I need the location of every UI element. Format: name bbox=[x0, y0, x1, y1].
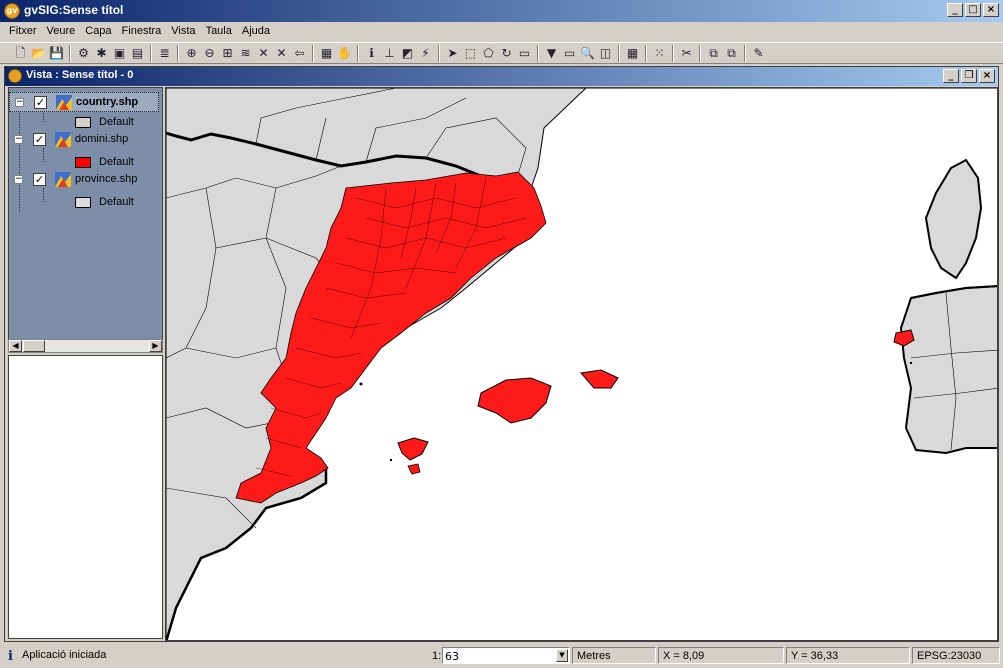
chevron-down-icon[interactable]: ▼ bbox=[556, 649, 568, 662]
menu-taula[interactable]: Taula bbox=[201, 22, 237, 41]
geoprocess-icon[interactable]: ⧉ bbox=[705, 45, 722, 62]
scroll-thumb[interactable] bbox=[23, 340, 45, 352]
layer-domini[interactable]: − ✓ domini.shp bbox=[9, 130, 159, 150]
measure-area-icon[interactable]: ◩ bbox=[399, 45, 416, 62]
layer-country[interactable]: − ✓ country.shp bbox=[9, 92, 159, 112]
view-close-button[interactable]: × bbox=[979, 69, 995, 83]
crs-field: EPSG:23030 bbox=[912, 647, 1000, 664]
collapse-icon[interactable]: − bbox=[14, 175, 23, 184]
vector-layer-icon bbox=[56, 95, 72, 110]
zoom-extent-icon[interactable]: ✕ bbox=[273, 45, 290, 62]
vector-layer-icon bbox=[55, 172, 71, 187]
locator-map[interactable] bbox=[8, 355, 163, 639]
locator-icon[interactable]: ▦ bbox=[318, 45, 335, 62]
zoom-out-icon[interactable]: ⊖ bbox=[201, 45, 218, 62]
legend-swatch bbox=[75, 197, 91, 208]
select-pointer-icon[interactable]: ➤ bbox=[444, 45, 461, 62]
status-bar: i Aplicació iniciada 1: 63 ▼ Metres X = … bbox=[0, 645, 1003, 668]
invert-selection-icon[interactable]: ↻ bbox=[498, 45, 515, 62]
status-message: Aplicació iniciada bbox=[22, 649, 107, 661]
app-titlebar: gv gvSIG:Sense títol _ □ × bbox=[0, 0, 1003, 22]
view-window: Vista : Sense títol - 0 _ ❐ × − ✓ countr… bbox=[4, 66, 999, 642]
minimize-button[interactable]: _ bbox=[947, 3, 963, 17]
view-minimize-button[interactable]: _ bbox=[943, 69, 959, 83]
layout-icon[interactable]: ⧉ bbox=[723, 45, 740, 62]
view-title: Vista : Sense títol - 0 bbox=[26, 69, 134, 81]
select-polygon-icon[interactable]: ⬠ bbox=[480, 45, 497, 62]
collapse-icon[interactable]: − bbox=[14, 135, 23, 144]
menu-veure[interactable]: Veure bbox=[42, 22, 81, 41]
print-preview-icon[interactable]: ▣ bbox=[111, 45, 128, 62]
scroll-left-icon[interactable]: ◀ bbox=[9, 340, 22, 352]
menu-capa[interactable]: Capa bbox=[80, 22, 116, 41]
zoom-layers-icon[interactable]: ≋ bbox=[237, 45, 254, 62]
menu-ajuda[interactable]: Ajuda bbox=[237, 22, 275, 41]
layer-province[interactable]: − ✓ province.shp bbox=[9, 170, 159, 190]
graticule-icon[interactable]: ⁙ bbox=[651, 45, 668, 62]
add-layer-icon[interactable]: ⚙ bbox=[75, 45, 92, 62]
gvsig-logo-icon: gv bbox=[4, 3, 20, 19]
search-icon[interactable]: 🔍 bbox=[579, 45, 596, 62]
units-field: Metres bbox=[572, 647, 656, 664]
info-icon[interactable]: ℹ bbox=[363, 45, 380, 62]
map-drawing bbox=[166, 88, 997, 640]
scroll-right-icon[interactable]: ▶ bbox=[149, 340, 162, 352]
legend-label: Default bbox=[99, 156, 134, 168]
select-by-rect-icon[interactable]: ▭ bbox=[561, 45, 578, 62]
layer-settings-icon[interactable]: ✱ bbox=[93, 45, 110, 62]
app-title: gvSIG:Sense títol bbox=[24, 3, 124, 17]
layer-name: domini.shp bbox=[75, 133, 129, 145]
table-icon[interactable]: ▦ bbox=[624, 45, 641, 62]
gvsig-logo-icon bbox=[8, 69, 22, 83]
vector-layer-icon bbox=[55, 132, 71, 147]
filter-icon[interactable]: ▼ bbox=[543, 45, 560, 62]
layer-visibility-checkbox[interactable]: ✓ bbox=[34, 96, 47, 109]
close-button[interactable]: × bbox=[983, 3, 999, 17]
new-file-icon[interactable]: 🗋 bbox=[12, 45, 29, 62]
legend-item[interactable]: Default bbox=[75, 194, 162, 212]
layer-toc: − ✓ country.shp Default − ✓ domini.shp D… bbox=[8, 87, 163, 352]
hyperlink-icon[interactable]: ⚡ bbox=[417, 45, 434, 62]
menu-fitxer[interactable]: Fitxer bbox=[4, 22, 42, 41]
info-icon: i bbox=[8, 649, 13, 664]
print-icon[interactable]: ▤ bbox=[129, 45, 146, 62]
legend-label: Default bbox=[99, 116, 134, 128]
zoom-window-icon[interactable]: ⊞ bbox=[219, 45, 236, 62]
y-coordinate-field: Y = 36,33 bbox=[786, 647, 910, 664]
scale-combobox[interactable]: 63 ▼ bbox=[442, 647, 570, 664]
x-coordinate-field: X = 8,09 bbox=[658, 647, 784, 664]
measure-distance-icon[interactable]: ⊥ bbox=[381, 45, 398, 62]
main-toolbar: 🗋 📂 💾 ⚙ ✱ ▣ ▤ ≣ ⊕ ⊖ ⊞ ≋ ✕ ✕ ⇦ ▦ ✋ ℹ ⊥ ◩ … bbox=[0, 42, 1003, 64]
map-canvas[interactable] bbox=[165, 87, 998, 641]
maximize-button[interactable]: □ bbox=[965, 3, 981, 17]
toc-horizontal-scrollbar[interactable]: ◀ ▶ bbox=[8, 339, 163, 353]
collapse-icon[interactable]: − bbox=[15, 98, 24, 107]
export-selection-icon[interactable]: ◫ bbox=[597, 45, 614, 62]
save-icon[interactable]: 💾 bbox=[48, 45, 65, 62]
pan-hand-icon[interactable]: ✋ bbox=[336, 45, 353, 62]
layer-visibility-checkbox[interactable]: ✓ bbox=[33, 173, 46, 186]
select-rectangle-icon[interactable]: ⬚ bbox=[462, 45, 479, 62]
tools-icon[interactable]: ✂ bbox=[678, 45, 695, 62]
scale-value: 63 bbox=[445, 650, 459, 663]
legend-swatch bbox=[75, 117, 91, 128]
layer-name: province.shp bbox=[75, 173, 138, 185]
zoom-previous-icon[interactable]: ⇦ bbox=[291, 45, 308, 62]
layer-visibility-checkbox[interactable]: ✓ bbox=[33, 133, 46, 146]
layers-icon[interactable]: ≣ bbox=[156, 45, 173, 62]
layer-name: country.shp bbox=[76, 96, 139, 108]
edit-icon[interactable]: ✎ bbox=[750, 45, 767, 62]
open-folder-icon[interactable]: 📂 bbox=[30, 45, 47, 62]
menu-bar: Fitxer Veure Capa Finestra Vista Taula A… bbox=[0, 22, 1003, 41]
menu-vista[interactable]: Vista bbox=[166, 22, 200, 41]
legend-label: Default bbox=[99, 196, 134, 208]
view-titlebar: Vista : Sense títol - 0 _ ❐ × bbox=[5, 67, 998, 86]
zoom-in-icon[interactable]: ⊕ bbox=[183, 45, 200, 62]
view-restore-button[interactable]: ❐ bbox=[961, 69, 977, 83]
legend-swatch bbox=[75, 157, 91, 168]
menu-finestra[interactable]: Finestra bbox=[117, 22, 167, 41]
scale-prefix: 1: bbox=[432, 650, 442, 662]
clear-selection-icon[interactable]: ▭ bbox=[516, 45, 533, 62]
zoom-full-icon[interactable]: ✕ bbox=[255, 45, 272, 62]
